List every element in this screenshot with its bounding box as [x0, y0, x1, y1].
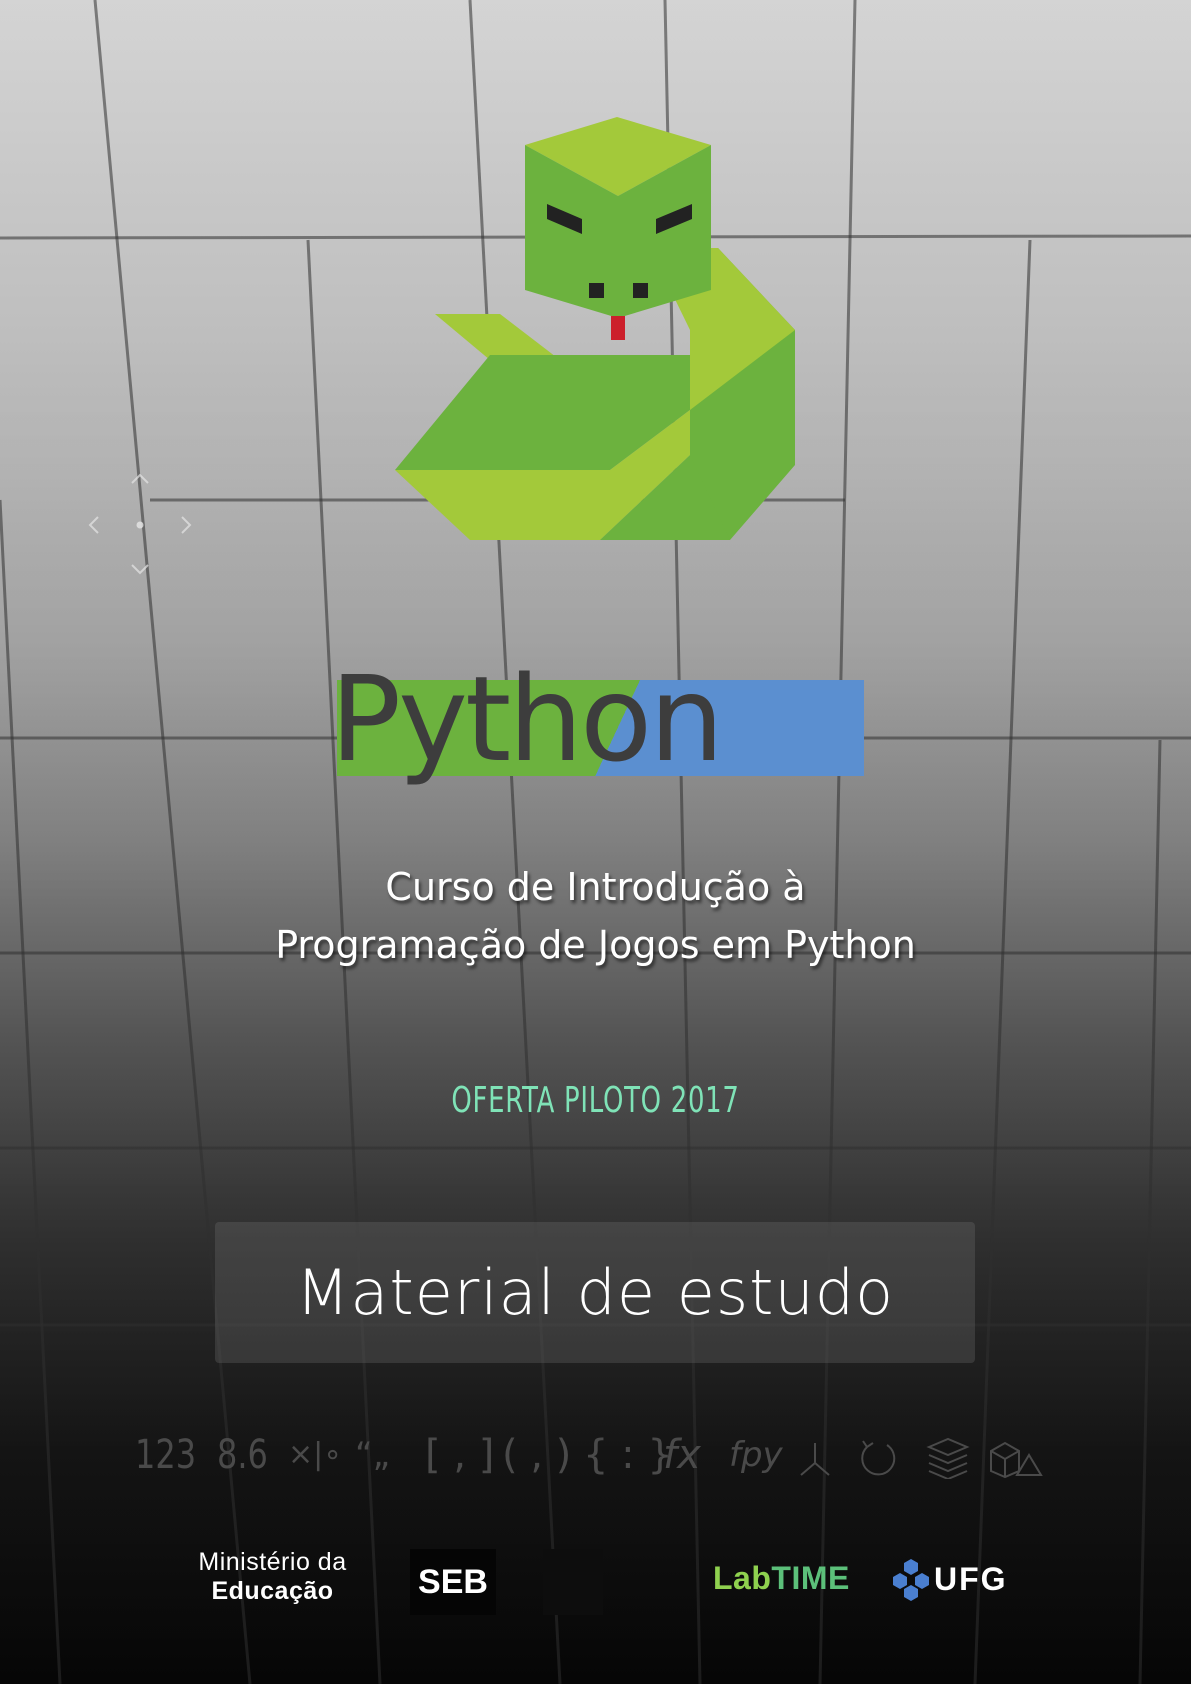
- navigation-pad[interactable]: [80, 465, 200, 585]
- ministry-line-2: Educação: [211, 1577, 334, 1605]
- dict-icon: { : }: [583, 1432, 673, 1478]
- chevron-up-icon[interactable]: [131, 473, 149, 484]
- dot-icon: [136, 521, 144, 529]
- labtime-logo: LabTIME: [713, 1560, 850, 1597]
- function-icon: fx: [663, 1432, 701, 1478]
- course-title-line-1: Curso de Introdução à: [385, 865, 806, 909]
- snake-mascot-icon: [395, 117, 795, 540]
- labtime-lab: Lab: [713, 1560, 772, 1596]
- list-icon: [ , ]: [425, 1432, 495, 1478]
- ministry-of-education-logo: Ministério da Educação: [180, 1548, 365, 1606]
- logo-placeholder: [543, 1549, 603, 1615]
- chevron-left-icon[interactable]: [88, 516, 99, 534]
- seb-logo: SEB: [410, 1549, 496, 1615]
- edition-label: OFERTA PILOTO 2017: [451, 1080, 740, 1121]
- float-icon: 8.6: [217, 1432, 268, 1478]
- python-function-icon: fpy: [729, 1435, 783, 1475]
- labtime-time: TIME: [771, 1560, 850, 1596]
- tuple-icon: ( , ): [502, 1432, 572, 1478]
- python-wordmark: Python: [330, 650, 724, 788]
- chevron-down-icon[interactable]: [131, 564, 149, 575]
- ufg-label: UFG: [934, 1561, 1008, 1597]
- shapes-icon: [990, 1441, 1043, 1479]
- string-icon: “„: [355, 1435, 391, 1475]
- loop-icon: [861, 1440, 896, 1476]
- course-title-line-2: Programação de Jogos em Python: [275, 923, 916, 967]
- ministry-line-1: Ministério da: [198, 1548, 347, 1576]
- stack-icon: [926, 1437, 970, 1479]
- branch-icon: [800, 1443, 830, 1476]
- material-label: Material de estudo: [295, 1256, 895, 1329]
- cover-page: Python Curso de Introdução à Programação…: [0, 0, 1191, 1684]
- ufg-hexagon-icon: [893, 1559, 929, 1601]
- operators-icon: ×|∘: [288, 1437, 343, 1472]
- chevron-right-icon[interactable]: [181, 516, 192, 534]
- course-title: Curso de Introdução à Programação de Jog…: [0, 858, 1191, 974]
- material-box: Material de estudo: [215, 1222, 975, 1363]
- integer-icon: 123: [135, 1432, 197, 1478]
